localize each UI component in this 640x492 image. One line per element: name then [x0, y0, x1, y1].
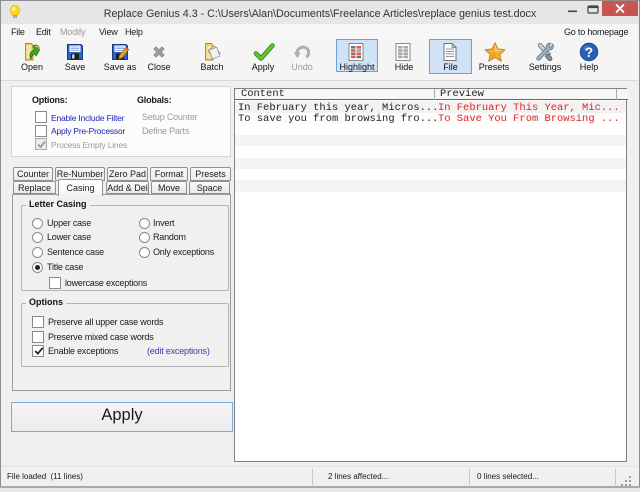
svg-text:?: ? [585, 45, 593, 60]
